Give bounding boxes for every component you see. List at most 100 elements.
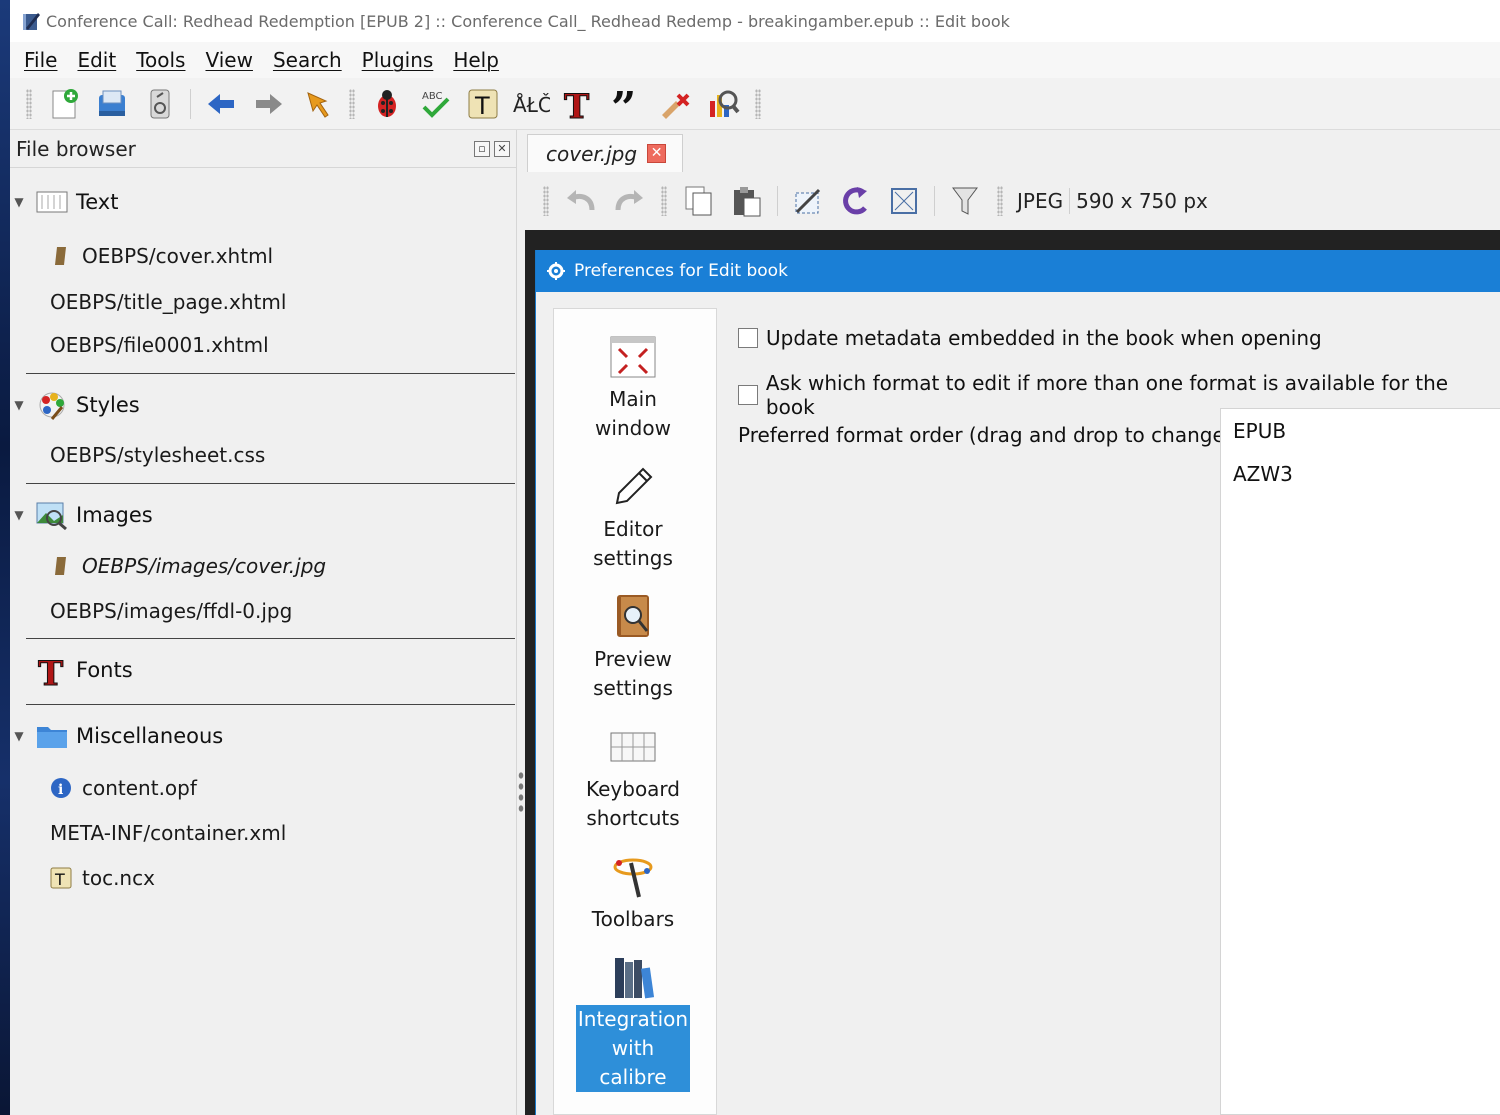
tab-label: cover.jpg xyxy=(546,141,638,166)
toolbar-grip[interactable] xyxy=(349,88,355,119)
edit-book-window: Conference Call: Redhead Redemption [EPU… xyxy=(10,0,1500,1115)
section-label: Fonts xyxy=(76,658,133,682)
trim-icon[interactable] xyxy=(788,181,828,221)
file-name: OEBPS/images/ffdl-0.jpg xyxy=(50,599,293,623)
update-metadata-label: Update metadata embedded in the book whe… xyxy=(766,326,1322,350)
category-main-window[interactable]: Main window xyxy=(576,331,690,443)
file-row[interactable]: OEBPS/cover.xhtml xyxy=(50,238,273,274)
category-keyboard-shortcuts[interactable]: Keyboard shortcuts xyxy=(576,721,690,833)
remove-unused-icon[interactable] xyxy=(655,84,695,124)
copy-icon[interactable] xyxy=(679,181,719,221)
resize-icon[interactable] xyxy=(884,181,924,221)
file-name: OEBPS/images/cover.jpg xyxy=(82,554,327,578)
spellcheck-icon[interactable]: ABC xyxy=(415,84,455,124)
section-divider xyxy=(26,483,515,484)
file-row[interactable]: T toc.ncx xyxy=(50,860,155,896)
dialog-title: Preferences for Edit book xyxy=(574,261,788,281)
menu-plugins[interactable]: Plugins xyxy=(354,48,442,72)
menu-file[interactable]: File xyxy=(16,48,65,72)
dock-splitter-handle[interactable] xyxy=(517,770,525,816)
library-icon xyxy=(607,951,659,1003)
forward-icon[interactable] xyxy=(249,84,289,124)
toolbar-grip[interactable] xyxy=(543,186,549,216)
section-fonts[interactable]: T Fonts xyxy=(10,650,517,690)
category-toolbars[interactable]: Toolbars xyxy=(576,851,690,934)
menu-help[interactable]: Help xyxy=(445,48,507,72)
collapse-arrow-icon[interactable]: ▼ xyxy=(10,508,28,522)
quote-icon[interactable]: ” xyxy=(607,84,647,124)
menu-search[interactable]: Search xyxy=(265,48,350,72)
toolbar-grip[interactable] xyxy=(26,88,32,119)
save-icon[interactable] xyxy=(92,84,132,124)
file-row[interactable]: OEBPS/images/cover.jpg xyxy=(50,548,326,584)
section-divider xyxy=(26,704,515,705)
file-row[interactable]: META-INF/container.xml xyxy=(50,815,286,851)
menu-bar: File Edit Tools View Search Plugins Help xyxy=(10,42,1500,78)
section-styles[interactable]: ▼ Styles xyxy=(10,385,517,425)
editor-tab-bar: cover.jpg ✕ xyxy=(525,130,1500,172)
tab-cover-jpg[interactable]: cover.jpg ✕ xyxy=(527,134,683,172)
menu-view[interactable]: View xyxy=(197,48,260,72)
preview-icon xyxy=(607,591,659,643)
close-dock-icon[interactable]: ✕ xyxy=(494,140,510,157)
charmap-icon[interactable]: ÅŁČ xyxy=(511,84,551,124)
collapse-arrow-icon[interactable]: ▼ xyxy=(10,729,28,743)
collapse-arrow-icon[interactable]: ▼ xyxy=(10,195,28,209)
image-editor-toolbar: JPEG 590 x 750 px xyxy=(525,172,1500,230)
text-icon[interactable]: T xyxy=(463,84,503,124)
section-divider xyxy=(26,638,515,639)
float-dock-icon[interactable]: ▫ xyxy=(474,140,490,157)
bug-icon[interactable] xyxy=(367,84,407,124)
toolbar-grip[interactable] xyxy=(661,186,667,216)
menu-tools[interactable]: Tools xyxy=(128,48,193,72)
close-tab-icon[interactable]: ✕ xyxy=(647,144,667,163)
file-row[interactable]: i content.opf xyxy=(50,770,197,806)
toolbar-separator xyxy=(190,88,191,119)
toolbar-separator xyxy=(934,186,935,216)
category-editor-settings[interactable]: Editor settings xyxy=(576,461,690,573)
format-item[interactable]: AZW3 xyxy=(1221,452,1500,495)
svg-text:ABC: ABC xyxy=(422,91,443,102)
file-browser-title: File browser xyxy=(16,136,136,161)
reports-icon[interactable] xyxy=(703,84,743,124)
ask-format-checkbox[interactable] xyxy=(738,385,758,405)
format-item[interactable]: EPUB xyxy=(1221,409,1500,452)
section-label: Miscellaneous xyxy=(76,724,224,748)
toolbar-grip[interactable] xyxy=(755,88,761,119)
cover-marker-icon xyxy=(50,554,72,578)
file-row[interactable]: OEBPS/stylesheet.css xyxy=(50,437,265,473)
section-images[interactable]: ▼ Images xyxy=(10,495,517,535)
menu-edit[interactable]: Edit xyxy=(69,48,124,72)
svg-text:T: T xyxy=(54,870,65,889)
section-miscellaneous[interactable]: ▼ Miscellaneous xyxy=(10,716,517,756)
collapse-arrow-icon[interactable]: ▼ xyxy=(10,398,28,412)
file-name: content.opf xyxy=(82,776,197,800)
checkpoint-icon[interactable] xyxy=(140,84,180,124)
pin-icon[interactable] xyxy=(297,84,337,124)
toolbar-separator xyxy=(777,186,778,216)
file-browser-header: File browser ▫ ✕ xyxy=(10,130,516,168)
toolbar-grip[interactable] xyxy=(997,186,1003,216)
paste-icon[interactable] xyxy=(727,181,767,221)
rotate-icon[interactable] xyxy=(836,181,876,221)
redo-icon[interactable] xyxy=(609,181,649,221)
update-metadata-checkbox[interactable] xyxy=(738,328,758,348)
file-name: OEBPS/stylesheet.css xyxy=(50,443,266,467)
category-preview-settings[interactable]: Preview settings xyxy=(576,591,690,703)
undo-icon[interactable] xyxy=(561,181,601,221)
new-file-icon[interactable] xyxy=(44,84,84,124)
format-order-list[interactable]: EPUB AZW3 xyxy=(1220,408,1500,1115)
file-row[interactable]: OEBPS/images/ffdl-0.jpg xyxy=(50,593,292,629)
category-integration-calibre[interactable]: Integration with calibre xyxy=(576,951,690,1092)
update-metadata-option[interactable]: Update metadata embedded in the book whe… xyxy=(738,326,1322,350)
window-title: Conference Call: Redhead Redemption [EPU… xyxy=(46,11,1010,31)
svg-text:T: T xyxy=(38,654,63,687)
section-text[interactable]: ▼ Text xyxy=(10,182,517,222)
back-icon[interactable] xyxy=(201,84,241,124)
file-row[interactable]: OEBPS/title_page.xhtml xyxy=(50,284,286,320)
fonts-icon[interactable]: T xyxy=(559,84,599,124)
filter-icon[interactable] xyxy=(945,181,985,221)
category-label: Preview settings xyxy=(593,647,673,700)
file-row[interactable]: OEBPS/file0001.xhtml xyxy=(50,327,269,363)
toc-icon: T xyxy=(50,866,72,890)
